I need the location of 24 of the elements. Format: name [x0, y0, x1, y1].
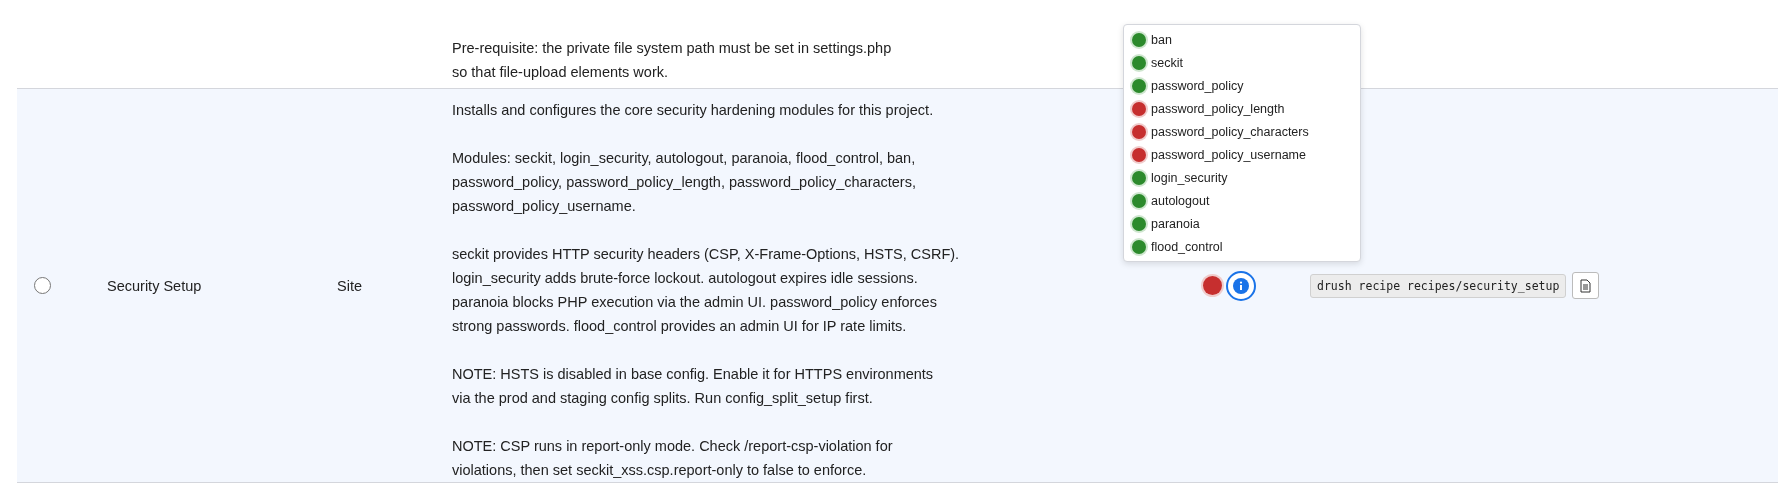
- module-name: password_policy: [1151, 78, 1244, 93]
- module-name: flood_control: [1151, 239, 1223, 254]
- recipe-name: Security Setup: [107, 277, 202, 294]
- description-paragraph: Modules: seckit, login_security, autologout, paranoia, flood_control, ban, password_policy, password_policy_length, password_policy_characters, password_policy_username.: [452, 149, 916, 216]
- copy-button[interactable]: [1572, 272, 1600, 299]
- description-paragraph: seckit provides HTTP security headers (CSP, X-Frame-Options, HSTS, CSRF). login_security adds brute-force lockout. autologout expires idle sessions. paranoia blocks PHP execution via the admin UI. password_policy enforces strong passwords. flood_control provides an admin UI for IP rate limits.: [452, 245, 960, 336]
- info-button[interactable]: [1226, 270, 1256, 301]
- module-name: password_policy_username: [1151, 147, 1306, 162]
- description-paragraph: Installs and configures the core security hardening modules for this project.: [452, 101, 934, 120]
- description-paragraph: NOTE: CSP runs in report-only mode. Check /report-csp-violation for violations, then set seckit_xss.csp.report-only to false to enforce.: [452, 437, 893, 480]
- recipe-type: Site: [337, 277, 362, 294]
- document-icon: [1580, 278, 1592, 293]
- module-name: password_policy_length: [1151, 101, 1285, 116]
- command-code: drush recipe recipes/security_setup: [1310, 273, 1567, 298]
- module-name: login_security: [1151, 170, 1228, 185]
- description-paragraph: NOTE: HSTS is disabled in base config. Enable it for HTTPS environments via the prod and staging config splits. Run config_split_setup first.: [452, 365, 934, 408]
- module-name: password_policy_characters: [1151, 124, 1309, 139]
- module-name: autologout: [1151, 193, 1210, 208]
- module-name: ban: [1151, 32, 1172, 47]
- module-name: seckit: [1151, 55, 1183, 70]
- row-radio[interactable]: [34, 277, 51, 294]
- info-icon: [1233, 277, 1249, 294]
- module-name: paranoia: [1151, 216, 1200, 231]
- description-paragraph: Pre-requisite: the private file system path must be set in settings.php so that file-upload elements work.: [452, 39, 892, 82]
